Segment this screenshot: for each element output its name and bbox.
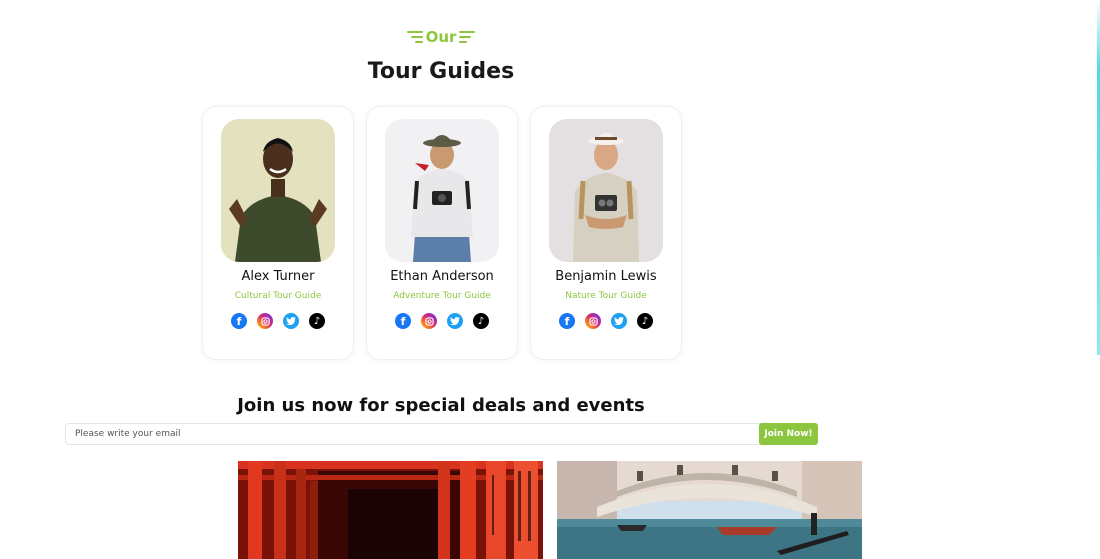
section-title: Tour Guides xyxy=(367,59,515,84)
guide-role: Adventure Tour Guide xyxy=(393,291,491,301)
guide-card: Alex Turner Cultural Tour Guide f ♪ xyxy=(202,106,354,360)
section-eyebrow: Our xyxy=(0,28,882,46)
guide-role: Nature Tour Guide xyxy=(565,291,647,301)
facebook-icon[interactable]: f xyxy=(231,313,247,329)
facebook-icon[interactable]: f xyxy=(395,313,411,329)
twitter-icon[interactable] xyxy=(611,313,627,329)
speed-lines-right-icon xyxy=(459,31,476,43)
eyebrow-label: Our xyxy=(425,28,457,46)
guide-photo xyxy=(549,119,663,262)
tiktok-icon[interactable]: ♪ xyxy=(309,313,325,329)
guide-photo xyxy=(221,119,335,262)
social-links: f ♪ xyxy=(231,313,325,329)
guide-name: Alex Turner xyxy=(241,269,315,284)
twitter-icon[interactable] xyxy=(447,313,463,329)
page: Our Tour Guides Alex Turner Cultural Tou… xyxy=(0,0,1100,559)
guide-card: Ethan Anderson Adventure Tour Guide f ♪ xyxy=(366,106,518,360)
instagram-icon[interactable] xyxy=(257,313,273,329)
guide-name: Ethan Anderson xyxy=(390,269,494,284)
newsletter-title: Join us now for special deals and events xyxy=(237,395,645,416)
tiktok-icon[interactable]: ♪ xyxy=(473,313,489,329)
guide-cards: Alex Turner Cultural Tour Guide f ♪ Etha… xyxy=(202,106,682,360)
instagram-icon[interactable] xyxy=(421,313,437,329)
destination-image-venice-bridge[interactable] xyxy=(557,461,862,559)
guide-role: Cultural Tour Guide xyxy=(234,291,322,301)
guide-card: Benjamin Lewis Nature Tour Guide f ♪ xyxy=(530,106,682,360)
speed-lines-left-icon xyxy=(406,31,423,43)
social-links: f ♪ xyxy=(559,313,653,329)
newsletter-form: Join Now! xyxy=(65,423,818,445)
instagram-icon[interactable] xyxy=(585,313,601,329)
facebook-icon[interactable]: f xyxy=(559,313,575,329)
destination-image-torii-gates[interactable] xyxy=(238,461,543,559)
guide-name: Benjamin Lewis xyxy=(555,269,657,284)
social-links: f ♪ xyxy=(395,313,489,329)
guide-photo xyxy=(385,119,499,262)
tiktok-icon[interactable]: ♪ xyxy=(637,313,653,329)
email-input[interactable] xyxy=(65,423,765,445)
twitter-icon[interactable] xyxy=(283,313,299,329)
join-now-button[interactable]: Join Now! xyxy=(759,423,818,445)
